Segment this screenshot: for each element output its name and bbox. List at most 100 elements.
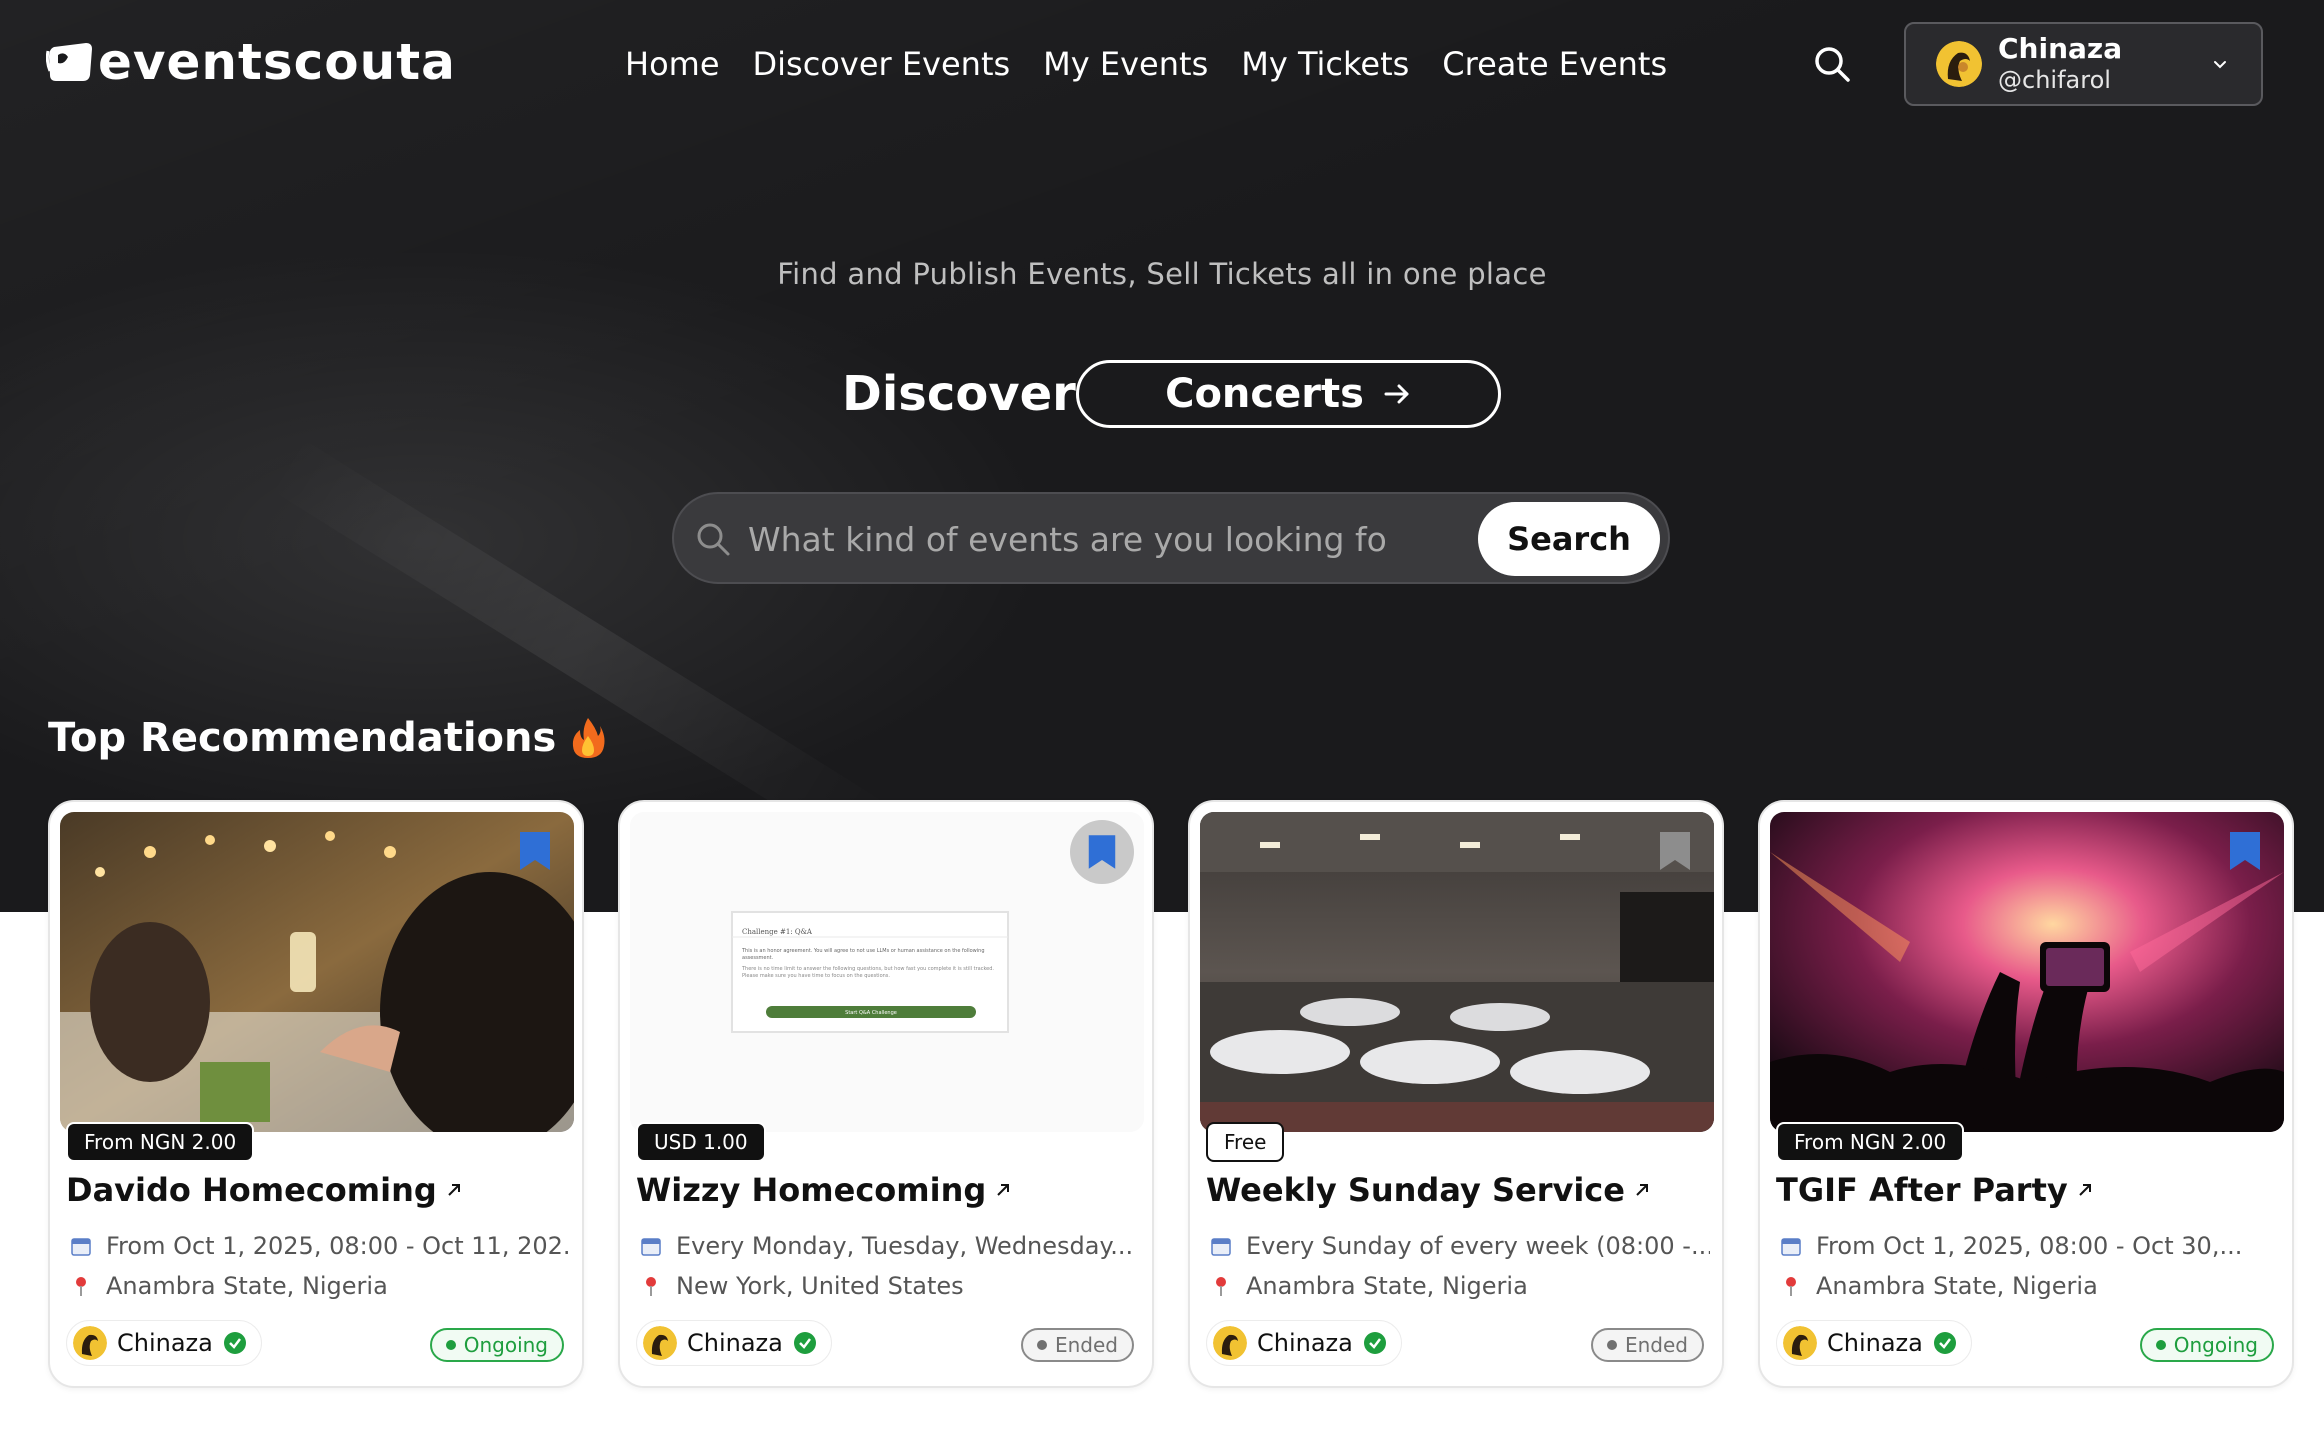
event-title[interactable]: Davido Homecoming: [66, 1168, 463, 1212]
event-title-text: Davido Homecoming: [66, 1171, 437, 1209]
event-location: Anambra State, Nigeria: [1210, 1270, 1710, 1302]
event-image: [60, 812, 574, 1132]
event-host[interactable]: Chinaza: [66, 1320, 262, 1366]
hero-tagline: Find and Publish Events, Sell Tickets al…: [777, 257, 1547, 291]
event-date-text: From Oct 1, 2025, 08:00 - Oct 11, 202...: [106, 1232, 570, 1260]
bookmark-icon[interactable]: [1658, 830, 1692, 872]
event-location-text: Anambra State, Nigeria: [106, 1272, 388, 1300]
external-link-icon: [2079, 1184, 2091, 1196]
external-link-icon: [448, 1184, 460, 1196]
calendar-icon: [1211, 1238, 1231, 1256]
location-pin-icon: [646, 1277, 656, 1296]
event-host[interactable]: Chinaza: [636, 1320, 832, 1366]
event-title[interactable]: Wizzy Homecoming: [636, 1168, 1012, 1212]
bookmark-button[interactable]: [1070, 820, 1134, 884]
logo-mark-icon: [46, 43, 92, 81]
event-card[interactable]: Challenge #1: Q&A This is an honor agree…: [618, 800, 1154, 1388]
event-location-text: Anambra State, Nigeria: [1246, 1272, 1528, 1300]
status-dot: [2155, 1340, 2166, 1350]
nav-discover-events[interactable]: Discover Events: [753, 40, 1011, 88]
host-name: Chinaza: [1827, 1329, 1923, 1357]
event-search-input[interactable]: [748, 512, 1388, 566]
status-badge: Ended: [1020, 1328, 1134, 1362]
status-text: Ended: [1624, 1333, 1688, 1357]
status-badge: Ongoing: [2139, 1328, 2274, 1362]
search-icon[interactable]: [1812, 44, 1852, 84]
status-badge: Ended: [1590, 1328, 1704, 1362]
user-name: Chinaza: [1998, 32, 2123, 65]
verified-icon: [1363, 1332, 1386, 1354]
bookmark-icon[interactable]: [518, 830, 552, 872]
avatar: [1783, 1326, 1817, 1360]
event-card[interactable]: From NGN 2.00 Davido Homecoming From Oct…: [48, 800, 584, 1388]
event-title[interactable]: Weekly Sunday Service: [1206, 1168, 1651, 1212]
status-dot: [1606, 1340, 1617, 1350]
price-tag: USD 1.00: [636, 1122, 766, 1162]
search-icon: [697, 523, 730, 556]
event-title-text: Wizzy Homecoming: [636, 1171, 987, 1209]
avatar: [1213, 1326, 1247, 1360]
location-pin-icon: [76, 1277, 86, 1296]
status-text: Ongoing: [463, 1333, 548, 1357]
event-location: New York, United States: [640, 1270, 1140, 1302]
image-text-line-1: This is an honor agreement. You will agr…: [742, 948, 985, 961]
event-location-text: New York, United States: [676, 1272, 964, 1300]
event-host[interactable]: Chinaza: [1776, 1320, 1972, 1366]
hero-section: [0, 0, 2324, 912]
event-host[interactable]: Chinaza: [1206, 1320, 1402, 1366]
calendar-icon: [1781, 1238, 1801, 1256]
nav-create-events[interactable]: Create Events: [1442, 40, 1667, 88]
event-date-text: Every Sunday of every week (08:00 -...: [1246, 1232, 1710, 1260]
event-title-text: Weekly Sunday Service: [1206, 1171, 1625, 1209]
bookmark-icon: [1088, 835, 1116, 869]
event-search-bar: Search: [672, 492, 1670, 584]
event-title[interactable]: TGIF After Party: [1776, 1168, 2094, 1212]
discover-category-label: Concerts: [1165, 371, 1364, 417]
event-image: [1200, 812, 1714, 1132]
nav-home[interactable]: Home: [625, 40, 720, 88]
external-link-icon: [1636, 1184, 1648, 1196]
top-recommendations-heading: Top Recommendations: [48, 712, 606, 764]
arrow-right-icon: [1384, 384, 1409, 404]
user-menu[interactable]: Chinaza @chifarol: [1904, 22, 2263, 106]
nav-my-tickets[interactable]: My Tickets: [1241, 40, 1409, 88]
event-card[interactable]: From NGN 2.00 TGIF After Party From Oct …: [1758, 800, 2294, 1388]
event-location: Anambra State, Nigeria: [70, 1270, 570, 1302]
event-date: From Oct 1, 2025, 08:00 - Oct 30,...: [1780, 1230, 2280, 1262]
calendar-icon: [71, 1238, 91, 1256]
host-name: Chinaza: [687, 1329, 783, 1357]
event-date: From Oct 1, 2025, 08:00 - Oct 11, 202...: [70, 1230, 570, 1262]
brand-logo[interactable]: eventscouta: [46, 34, 456, 90]
event-card[interactable]: Free Weekly Sunday Service Every Sunday …: [1188, 800, 1724, 1388]
brand-name: eventscouta: [98, 33, 456, 91]
status-text: Ended: [1054, 1333, 1118, 1357]
avatar: [1936, 41, 1982, 87]
event-image: [1770, 812, 2284, 1132]
verified-icon: [793, 1332, 816, 1354]
user-handle: @chifarol: [1998, 66, 2111, 94]
calendar-icon: [641, 1238, 661, 1256]
status-dot: [1036, 1340, 1047, 1350]
section-title-text: Top Recommendations: [48, 715, 557, 761]
avatar: [643, 1326, 677, 1360]
verified-icon: [1933, 1332, 1956, 1354]
event-location: Anambra State, Nigeria: [1780, 1270, 2280, 1302]
host-name: Chinaza: [117, 1329, 213, 1357]
image-text-line-2: There is no time limit to answer the fol…: [742, 966, 995, 979]
event-date: Every Sunday of every week (08:00 -...: [1210, 1230, 1710, 1262]
image-heading: Challenge #1: Q&A: [742, 928, 812, 936]
main-nav: Home Discover Events My Events My Ticket…: [625, 40, 1667, 88]
event-date-text: From Oct 1, 2025, 08:00 - Oct 30,...: [1816, 1232, 2243, 1260]
fire-icon: [573, 718, 605, 758]
event-title-text: TGIF After Party: [1776, 1171, 2068, 1209]
discover-category-button[interactable]: Concerts: [1076, 360, 1501, 428]
nav-my-events[interactable]: My Events: [1043, 40, 1208, 88]
search-button[interactable]: Search: [1478, 502, 1660, 576]
event-location-text: Anambra State, Nigeria: [1816, 1272, 2098, 1300]
bookmark-icon[interactable]: [2228, 830, 2262, 872]
status-dot: [445, 1340, 456, 1350]
avatar: [73, 1326, 107, 1360]
price-tag: From NGN 2.00: [66, 1122, 255, 1162]
chevron-down-icon: [2214, 61, 2226, 69]
price-tag: From NGN 2.00: [1776, 1122, 1965, 1162]
